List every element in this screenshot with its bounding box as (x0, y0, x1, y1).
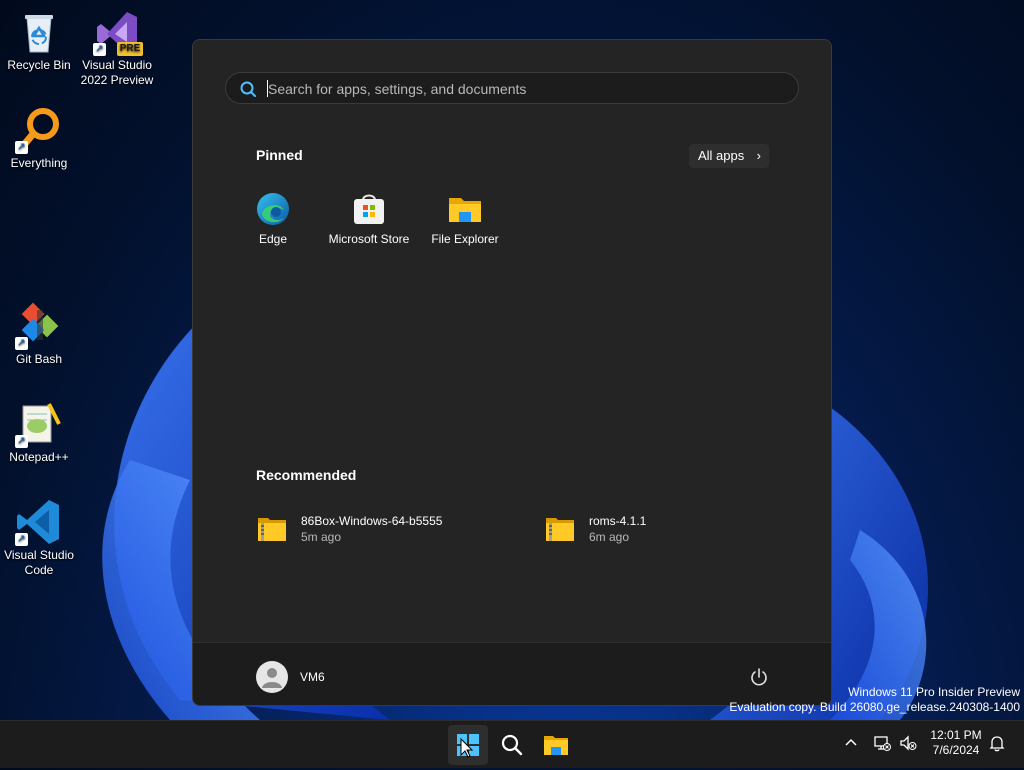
volume-tray-button[interactable] (899, 734, 917, 757)
chevron-up-icon (845, 738, 857, 746)
show-hidden-icons-button[interactable] (843, 735, 859, 756)
recommended-heading: Recommended (256, 467, 357, 483)
clock-date: 7/6/2024 (932, 743, 980, 757)
visual-studio-icon: PRE ↗ (93, 8, 143, 56)
network-tray-button[interactable] (873, 734, 891, 757)
user-avatar[interactable] (256, 661, 288, 693)
file-explorer-icon (448, 192, 482, 226)
speaker-muted-icon (900, 735, 917, 751)
git-bash-icon: ↗ (15, 302, 63, 350)
shortcut-arrow-icon: ↗ (15, 435, 28, 448)
pinned-app-label: Microsoft Store (328, 232, 410, 246)
desktop-icon-recycle-bin[interactable]: Recycle Bin (1, 8, 77, 73)
desktop-icon-everything[interactable]: ↗ Everything (1, 106, 77, 171)
recommended-item[interactable]: roms-4.1.1 6m ago (545, 512, 805, 552)
clock-time: 12:01 PM (930, 728, 982, 742)
start-menu: Pinned All apps › Edge Micros (192, 39, 832, 706)
pinned-app-edge[interactable]: Edge (225, 192, 321, 246)
search-input[interactable] (266, 73, 770, 105)
preview-badge: PRE (117, 42, 143, 56)
desktop-icon-notepad-plus-plus[interactable]: ↗ Notepad++ (1, 400, 77, 465)
pinned-app-label: Edge (258, 232, 288, 246)
desktop-icon-label: Everything (10, 156, 68, 170)
watermark-line-1: Windows 11 Pro Insider Preview (848, 685, 1020, 699)
zip-folder-icon (257, 516, 287, 542)
bell-icon (989, 736, 1005, 752)
zip-folder-icon (545, 516, 575, 542)
search-icon (240, 81, 256, 97)
notifications-button[interactable] (988, 734, 1006, 757)
pinned-app-file-explorer[interactable]: File Explorer (417, 192, 513, 246)
text-caret (267, 80, 268, 97)
desktop-icon-label: Visual Studio 2022 Preview (80, 58, 154, 87)
evaluation-watermark: Windows 11 Pro Insider Preview Evaluatio… (729, 685, 1020, 715)
notepad-plus-plus-icon: ↗ (15, 400, 63, 448)
watermark-line-2: Evaluation copy. Build 26080.ge_release.… (729, 700, 1020, 714)
recommended-item-name: 86Box-Windows-64-b5555 (301, 514, 443, 528)
vscode-icon: ↗ (15, 498, 63, 546)
recommended-item-time: 6m ago (589, 530, 630, 544)
chevron-right-icon: › (756, 148, 761, 163)
desktop-icon-label: Notepad++ (9, 450, 69, 464)
everything-search-icon: ↗ (15, 106, 63, 154)
desktop-icon-label: Git Bash (15, 352, 63, 366)
file-explorer-taskbar-button[interactable] (536, 725, 576, 765)
start-button[interactable] (448, 725, 488, 765)
shortcut-arrow-icon: ↗ (15, 141, 28, 154)
taskbar-clock[interactable]: 12:01 PM 7/6/2024 (928, 728, 984, 758)
pinned-app-label: File Explorer (431, 232, 499, 246)
desktop-icon-label: Recycle Bin (7, 58, 71, 72)
pinned-heading: Pinned (256, 147, 303, 163)
taskbar: 12:01 PM 7/6/2024 (0, 720, 1024, 768)
recommended-item[interactable]: 86Box-Windows-64-b5555 5m ago (257, 512, 517, 552)
windows-logo-icon (457, 734, 479, 758)
all-apps-button[interactable]: All apps › (689, 144, 769, 168)
power-button[interactable] (749, 667, 769, 687)
desktop-icon-git-bash[interactable]: ↗ Git Bash (1, 302, 77, 367)
file-explorer-icon (544, 736, 568, 755)
pinned-app-microsoft-store[interactable]: Microsoft Store (321, 192, 417, 246)
user-icon (262, 668, 282, 688)
recommended-item-time: 5m ago (301, 530, 342, 544)
recycle-bin-icon (15, 8, 63, 56)
network-disconnected-icon (874, 736, 891, 751)
user-name[interactable]: VM6 (300, 670, 325, 684)
search-taskbar-button[interactable] (492, 725, 532, 765)
recommended-item-name: roms-4.1.1 (589, 514, 647, 528)
desktop-icon-vscode[interactable]: ↗ Visual Studio Code (1, 498, 77, 578)
shortcut-arrow-icon: ↗ (15, 533, 28, 546)
shortcut-arrow-icon: ↗ (93, 43, 106, 56)
search-icon (501, 734, 523, 756)
desktop-icon-label: Visual Studio Code (4, 548, 74, 577)
all-apps-label: All apps (698, 148, 745, 163)
search-box[interactable] (225, 72, 799, 105)
power-icon (751, 668, 767, 686)
edge-icon (256, 192, 290, 226)
microsoft-store-icon (352, 192, 386, 226)
desktop-icon-visual-studio[interactable]: PRE ↗ Visual Studio 2022 Preview (79, 8, 155, 88)
shortcut-arrow-icon: ↗ (15, 337, 28, 350)
